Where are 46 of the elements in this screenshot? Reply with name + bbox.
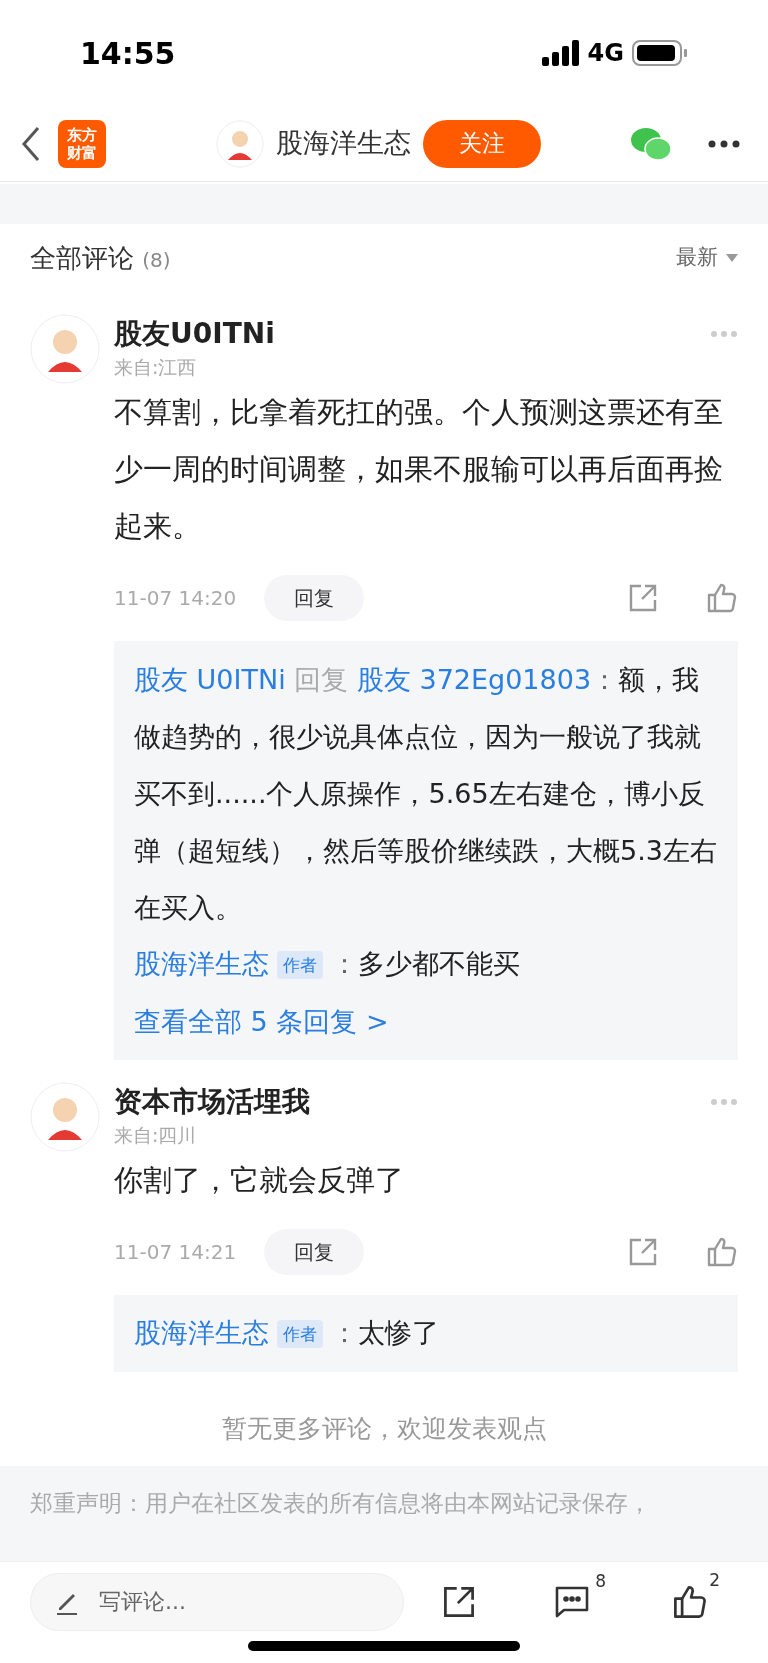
like-count: 2 [709, 1568, 720, 1592]
username-link[interactable]: 股海洋生态 [134, 1313, 269, 1354]
username-link[interactable]: 股友 U0ITNi [134, 664, 286, 695]
comment-text: 你割了，它就会反弹了 [114, 1162, 405, 1199]
thumbs-up-icon[interactable] [672, 1583, 708, 1620]
reply-text: 股友 U0ITNi 回复 股友 372Eg01803：额，我做趋势的，很少说具体点位，因为一般说了我就买不到......个人原操作，5.65左右建仓，博小反弹（超短线），然后等股价继续跌，大概5.3左右在买入。 [134, 663, 718, 925]
username-link[interactable]: 股友 372Eg01803 [356, 664, 592, 695]
follow-button[interactable]: 关注 [422, 119, 541, 168]
thumbs-up-icon[interactable] [706, 582, 738, 614]
section-title: 全部评论 (8) [30, 241, 171, 275]
end-note: 暂无更多评论，欢迎发表观点 [220, 1413, 548, 1445]
comment-text: 不算割，比拿着死扛的强。个人预测这票还有至少一周的时间调整，如果不服输可以再后面再捡起来。 [114, 394, 724, 545]
author-badge: 作者 [277, 1319, 323, 1348]
timestamp: 11-07 14:21 [114, 1239, 238, 1266]
reply-button[interactable]: 回复 [264, 1229, 364, 1275]
reply-text: ：太惨了 [331, 1316, 439, 1351]
page-title: 股海洋生态 [275, 126, 411, 161]
username[interactable]: 资本市场活埋我 [114, 1082, 310, 1122]
reply-button[interactable]: 回复 [264, 575, 364, 621]
signal-icon [541, 40, 580, 66]
disclaimer-text: 郑重声明：用户在社区发表的所有信息将由本网站记录保存， [30, 1489, 652, 1518]
caret-icon [726, 254, 738, 262]
comment-icon[interactable] [554, 1584, 590, 1619]
view-replies-link[interactable]: 查看全部 5 条回复 > [134, 993, 718, 1050]
username-link[interactable]: 股海洋生态 [134, 944, 269, 985]
username[interactable]: 股友U0ITNi [114, 314, 275, 354]
reply-text: ：多少都不能买 [331, 947, 520, 982]
avatar [215, 119, 264, 168]
back-icon[interactable] [20, 125, 42, 162]
location: 来自:江西 [114, 355, 198, 380]
comment-input[interactable]: 写评论... [30, 1572, 404, 1631]
sort-dropdown[interactable]: 最新 [676, 242, 738, 274]
app-logo: 东方 财富 [58, 119, 106, 168]
battery-icon [632, 40, 688, 66]
author-badge: 作者 [277, 950, 323, 979]
status-time: 14:55 [80, 34, 176, 73]
thumbs-up-icon[interactable] [706, 1236, 738, 1268]
avatar [30, 314, 100, 384]
comment-count: 8 [595, 1569, 606, 1593]
wechat-icon[interactable] [630, 125, 672, 162]
more-icon[interactable] [708, 139, 740, 148]
location: 来自:四川 [114, 1123, 198, 1148]
network-label: 4G [587, 38, 624, 69]
avatar [30, 1082, 100, 1152]
share-icon[interactable] [442, 1584, 476, 1619]
timestamp: 11-07 14:20 [114, 585, 238, 612]
